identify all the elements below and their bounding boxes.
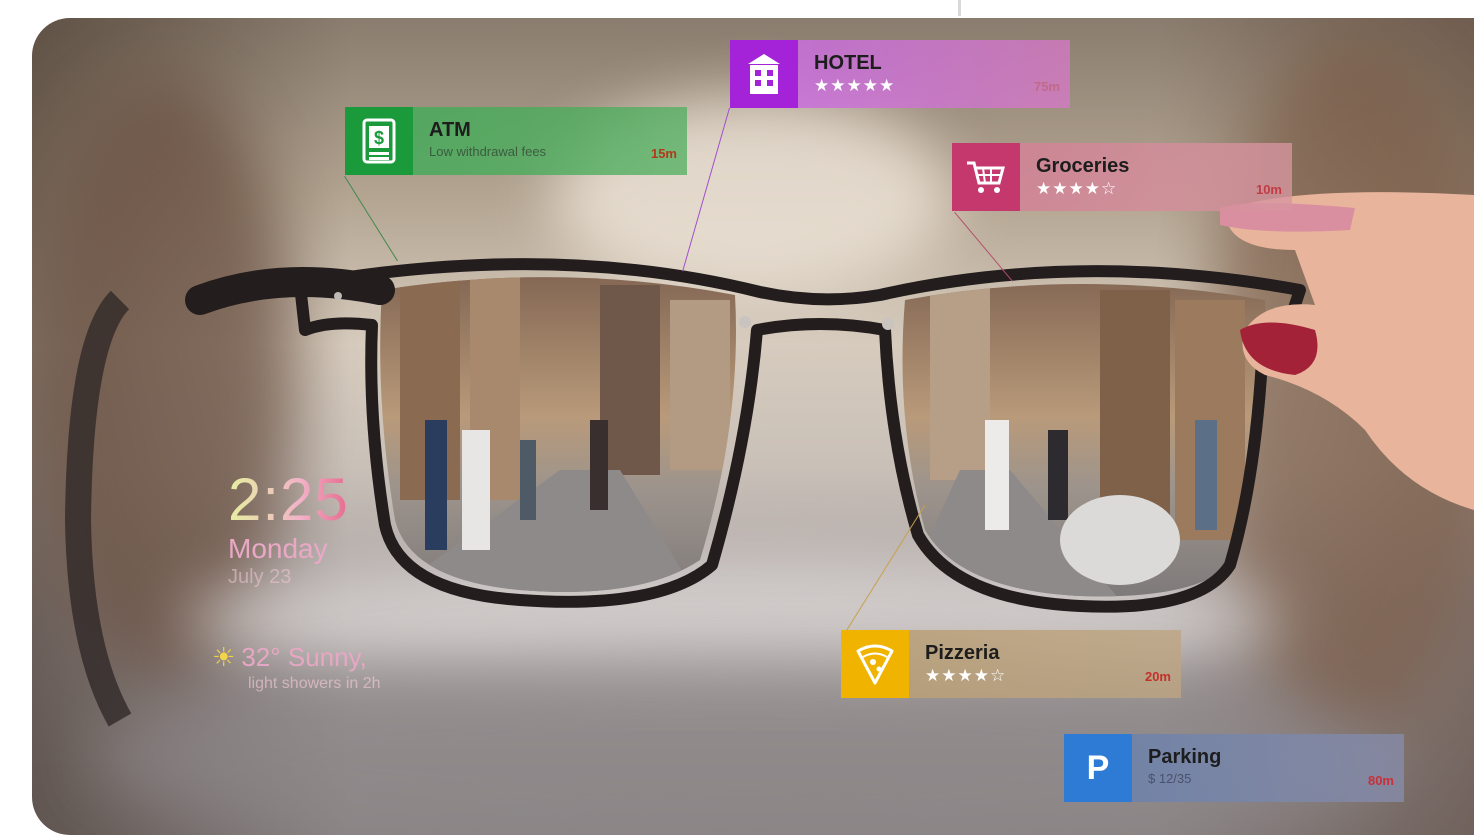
poi-card-parking[interactable]: P Parking $ 12/35 80m [1064,734,1404,802]
weather-temp: 32° Sunny, [241,642,367,672]
clock-time: 2:25 [228,466,349,533]
building-icon [730,40,798,108]
pizza-icon [841,630,909,698]
poi-distance: 20m [1144,669,1171,684]
sun-icon: ☀ [212,642,236,672]
poi-card-groceries[interactable]: Groceries ★★★★☆ 10m [952,143,1292,211]
poi-card-hotel[interactable]: HOTEL ★★★★★ 75m [730,40,1070,108]
glasses-temple-arm [64,290,132,727]
poi-title: Pizzeria [925,642,1000,664]
parking-icon: P [1064,734,1132,802]
poi-distance: 10m [1255,182,1282,197]
hand [1220,192,1474,510]
svg-text:$: $ [374,128,384,148]
clock-day: Monday [228,533,328,564]
poi-distance: 80m [1367,773,1394,788]
poi-title: Parking [1148,746,1222,768]
poi-rating: ★★★★☆ [925,666,1007,685]
weather-detail: light showers in 2h [248,675,381,692]
poi-subtitle: Low withdrawal fees [429,144,547,159]
hud-weather: ☀ 32° Sunny, light showers in 2h [212,642,381,693]
poi-title: ATM [429,119,471,141]
poi-subtitle: $ 12/35 [1148,771,1192,786]
lens-left [380,277,736,592]
poi-title: HOTEL [814,52,882,74]
dollar-bill-icon: $ [345,107,413,175]
hud-clock: 2:25 Monday July 23 [228,470,349,589]
poi-title: Groceries [1036,155,1130,177]
poi-distance: 15m [650,146,677,161]
poi-card-pizzeria[interactable]: Pizzeria ★★★★☆ 20m [841,630,1181,698]
poi-distance: 75m [1033,79,1060,94]
poi-card-atm[interactable]: $ ATM Low withdrawal fees 15m [345,107,687,175]
poi-rating: ★★★★★ [814,76,896,95]
shopping-cart-icon [952,143,1020,211]
clock-date: July 23 [228,566,292,588]
poi-rating: ★★★★☆ [1036,179,1118,198]
